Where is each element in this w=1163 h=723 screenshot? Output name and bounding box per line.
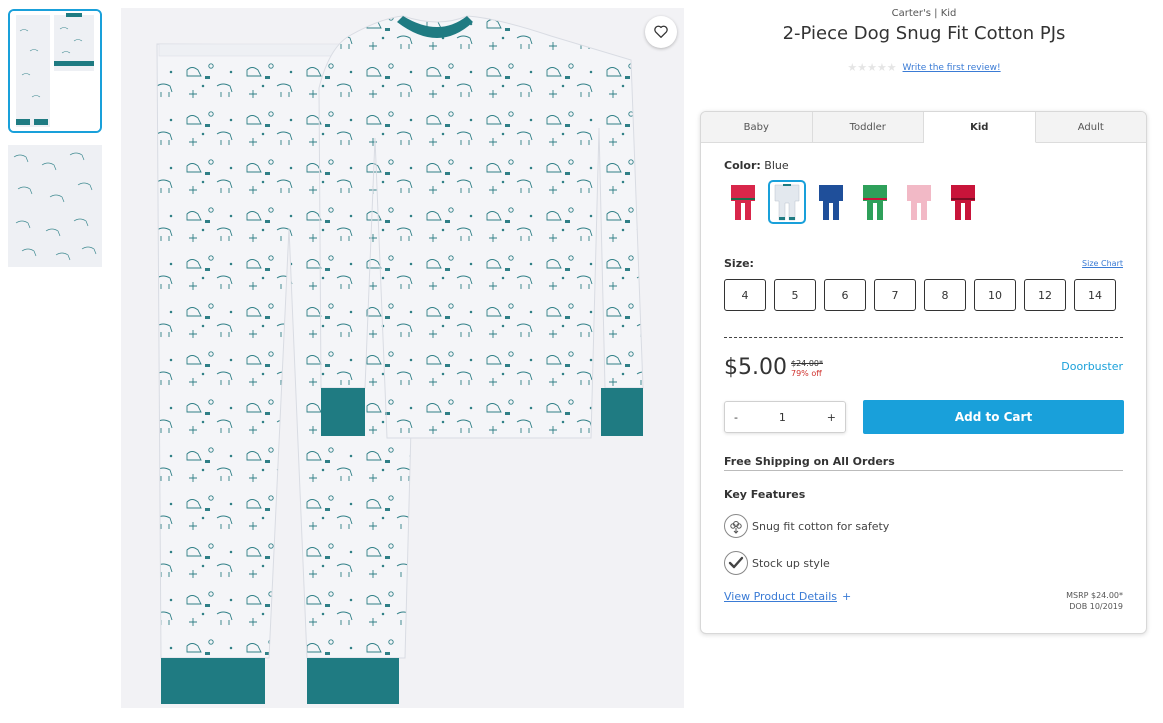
color-value: Blue (764, 159, 789, 172)
size-option-14[interactable]: 14 (1074, 279, 1116, 311)
size-option-8[interactable]: 8 (924, 279, 966, 311)
size-option-5[interactable]: 5 (774, 279, 816, 311)
purchase-card: Baby Toddler Kid Adult Color: Blue Size:… (700, 111, 1147, 634)
swatch-blue-dog[interactable] (768, 180, 806, 224)
tab-baby[interactable]: Baby (701, 112, 813, 142)
product-title: 2-Piece Dog Snug Fit Cotton PJs (782, 23, 1066, 44)
add-to-cart-button[interactable]: Add to Cart (863, 400, 1124, 434)
size-option-6[interactable]: 6 (824, 279, 866, 311)
main-product-image[interactable] (121, 8, 684, 708)
swatch-pink[interactable] (900, 180, 938, 224)
thumbnail-pajama-set[interactable] (8, 9, 102, 133)
size-range-tabs: Baby Toddler Kid Adult (701, 112, 1146, 143)
color-label-text: Color: (724, 159, 761, 172)
brand-label: Carter's | Kid (891, 8, 957, 19)
size-label: Size: (724, 257, 754, 270)
quantity-increase-button[interactable]: + (818, 411, 845, 424)
cotton-flower-icon (724, 514, 748, 538)
swatch-green[interactable] (856, 180, 894, 224)
free-shipping-banner: Free Shipping on All Orders (724, 455, 1123, 471)
size-options: 4 5 6 7 8 10 12 14 (724, 279, 1116, 311)
doorbuster-badge: Doorbuster (1061, 360, 1123, 373)
heart-icon (654, 23, 668, 42)
write-review-link[interactable]: Write the first review! (903, 63, 1001, 73)
key-features-title: Key Features (724, 488, 806, 501)
rating-stars: ★★★★★ (847, 61, 897, 74)
tab-toddler[interactable]: Toddler (812, 112, 924, 142)
rating-row: ★★★★★ Write the first review! (700, 61, 1148, 74)
feature-snug-fit: Snug fit cotton for safety (724, 514, 889, 538)
feature-label: Stock up style (752, 556, 830, 570)
feature-stock-up: Stock up style (724, 551, 830, 575)
discount-percent: 79% off (791, 369, 822, 378)
swatch-navy[interactable] (812, 180, 850, 224)
thumbnail-fabric-detail[interactable] (8, 145, 102, 267)
msrp-info: MSRP $24.00* DOB 10/2019 (1066, 590, 1123, 612)
tab-adult[interactable]: Adult (1035, 112, 1146, 142)
quantity-decrease-button[interactable]: - (725, 411, 747, 424)
size-option-12[interactable]: 12 (1024, 279, 1066, 311)
checkmark-icon (724, 551, 748, 575)
dob-value: DOB 10/2019 (1069, 602, 1123, 611)
expand-plus-icon: + (842, 590, 852, 603)
pajama-set-illustration (121, 8, 684, 708)
swatch-red[interactable] (944, 180, 982, 224)
color-label: Color: Blue (724, 159, 789, 172)
msrp-value: MSRP $24.00* (1066, 591, 1123, 600)
pajama-thumbnail-image (10, 11, 100, 131)
quantity-stepper: - 1 + (724, 401, 846, 433)
favorite-button[interactable] (645, 16, 677, 48)
size-chart-link[interactable]: Size Chart (1082, 259, 1123, 268)
view-product-details-link[interactable]: View Product Details + (724, 590, 851, 603)
size-option-7[interactable]: 7 (874, 279, 916, 311)
size-option-10[interactable]: 10 (974, 279, 1016, 311)
view-product-details-text: View Product Details (724, 590, 837, 603)
size-option-4[interactable]: 4 (724, 279, 766, 311)
quantity-value[interactable]: 1 (770, 411, 795, 424)
color-swatches (724, 180, 982, 224)
section-divider (724, 337, 1123, 338)
tab-kid[interactable]: Kid (924, 112, 1036, 143)
fabric-thumbnail-image (8, 145, 102, 267)
feature-label: Snug fit cotton for safety (752, 519, 890, 533)
swatch-red-print[interactable] (724, 180, 762, 224)
sale-price: $5.00 (724, 355, 787, 380)
original-price: $24.00* (791, 359, 823, 368)
